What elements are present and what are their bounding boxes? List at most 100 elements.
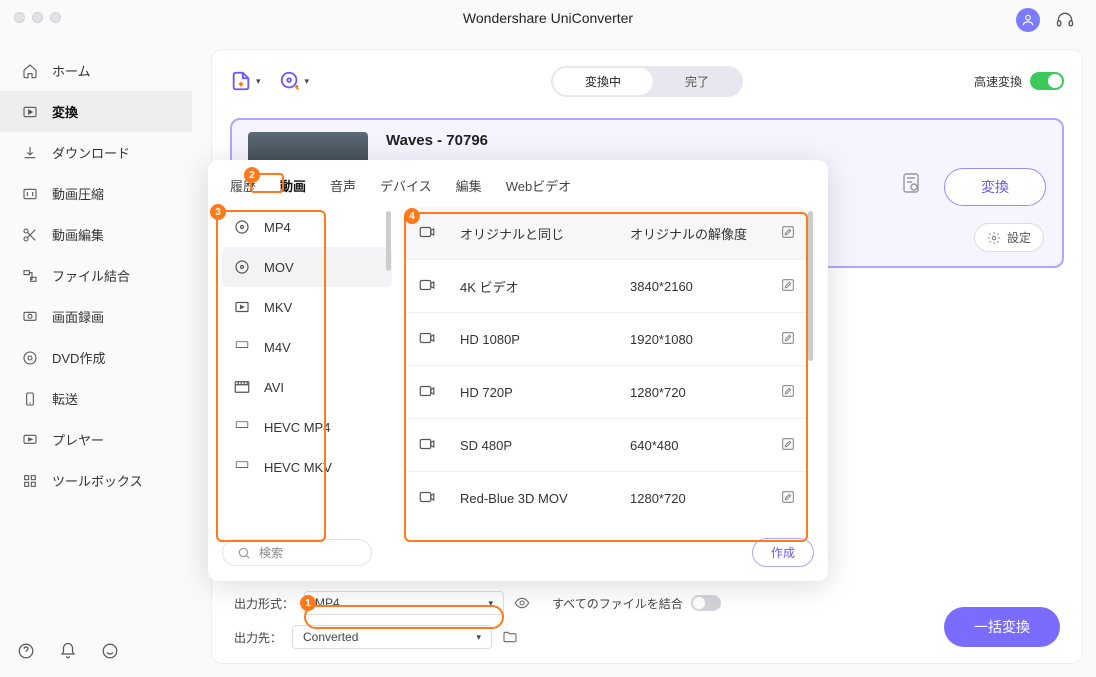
callout-1-badge: 1	[300, 595, 316, 611]
resolution-item[interactable]: 4K ビデオ 3840*2160	[406, 260, 808, 313]
output-dir-select[interactable]: Converted ▾	[292, 625, 492, 649]
sidebar-item-player[interactable]: プレヤー	[0, 419, 192, 460]
scrollbar-thumb[interactable]	[808, 211, 813, 361]
home-icon	[22, 63, 38, 79]
edit-icon[interactable]	[780, 436, 798, 454]
add-file-button[interactable]: ▾	[230, 70, 261, 92]
video-icon	[416, 488, 440, 508]
feedback-icon[interactable]	[98, 639, 122, 663]
sidebar-item-label: ツールボックス	[52, 471, 143, 490]
format-item-m4v[interactable]: M4V	[222, 327, 392, 367]
edit-icon[interactable]	[780, 489, 798, 507]
video-icon	[416, 329, 440, 349]
film-icon	[232, 299, 252, 315]
chevron-down-icon: ▾	[305, 76, 310, 87]
create-preset-button[interactable]: 作成	[752, 538, 814, 567]
sidebar-item-home[interactable]: ホーム	[0, 50, 192, 91]
format-item-hevcmkv[interactable]: HEVC MKV	[222, 447, 392, 487]
video-icon	[416, 223, 440, 243]
segment-done[interactable]: 完了	[653, 68, 741, 95]
video-icon	[416, 435, 440, 455]
video-icon	[416, 382, 440, 402]
tab-device[interactable]: デバイス	[378, 174, 434, 197]
format-item-mov[interactable]: MOV	[222, 247, 392, 287]
bulk-convert-button[interactable]: 一括変換	[944, 607, 1060, 647]
resolution-list: オリジナルと同じ オリジナルの解像度 4K ビデオ 3840*2160 HD 1…	[406, 207, 814, 524]
edit-icon[interactable]	[780, 277, 798, 295]
chevron-down-icon: ▾	[256, 76, 261, 87]
sidebar-item-toolbox[interactable]: ツールボックス	[0, 460, 192, 501]
disc-icon	[22, 350, 38, 366]
sidebar-item-label: ホーム	[52, 61, 91, 80]
edit-icon[interactable]	[780, 330, 798, 348]
convert-button[interactable]: 変換	[944, 168, 1046, 206]
sidebar-item-edit[interactable]: 動画編集	[0, 214, 192, 255]
resolution-item[interactable]: HD 1080P 1920*1080	[406, 313, 808, 366]
sidebar-item-label: 変換	[52, 102, 78, 121]
edit-icon[interactable]	[780, 383, 798, 401]
disc-icon	[232, 219, 252, 235]
file-settings-button[interactable]: 設定	[974, 223, 1044, 252]
sidebar-item-dvd[interactable]: DVD作成	[0, 337, 192, 378]
sidebar: ホーム 変換 ダウンロード 動画圧縮 動画編集 ファイル結合 画面録画 DVD作…	[0, 50, 192, 677]
merge-icon	[22, 268, 38, 284]
merge-switch[interactable]	[691, 595, 721, 611]
output-dir-label: 出力先：	[234, 629, 282, 646]
format-list: MP4 MOV MKV M4V AVI HEVC MP4 HEVC MKV	[222, 207, 392, 524]
sidebar-item-label: 画面録画	[52, 307, 104, 326]
download-icon	[22, 145, 38, 161]
record-icon	[22, 309, 38, 325]
turbo-label: 高速変換	[974, 73, 1022, 90]
scrollbar-thumb[interactable]	[386, 211, 391, 271]
merge-label: すべてのファイルを結合	[552, 595, 683, 612]
format-item-avi[interactable]: AVI	[222, 367, 392, 407]
callout-2-badge: 2	[244, 167, 260, 183]
format-item-hevcmp4[interactable]: HEVC MP4	[222, 407, 392, 447]
sidebar-item-download[interactable]: ダウンロード	[0, 132, 192, 173]
open-folder-icon[interactable]	[502, 629, 518, 645]
film-icon	[232, 379, 252, 395]
bell-icon[interactable]	[56, 639, 80, 663]
output-format-select[interactable]: MP4 ▾	[304, 591, 504, 615]
sidebar-item-merge[interactable]: ファイル結合	[0, 255, 192, 296]
grid-icon	[22, 473, 38, 489]
sidebar-item-label: ダウンロード	[52, 143, 130, 162]
resolution-item[interactable]: SD 480P 640*480	[406, 419, 808, 472]
resolution-item[interactable]: オリジナルと同じ オリジナルの解像度	[406, 207, 808, 260]
video-icon	[416, 276, 440, 296]
tab-audio[interactable]: 音声	[328, 174, 358, 197]
sidebar-item-label: DVD作成	[52, 348, 105, 367]
sidebar-item-record[interactable]: 画面録画	[0, 296, 192, 337]
resolution-item[interactable]: HD 720P 1280*720	[406, 366, 808, 419]
file-name: Waves - 70796	[386, 132, 488, 149]
preview-icon[interactable]	[514, 595, 530, 611]
user-avatar[interactable]	[1016, 8, 1040, 32]
format-item-mkv[interactable]: MKV	[222, 287, 392, 327]
hevc-icon	[232, 419, 252, 435]
file-settings-icon[interactable]	[896, 168, 926, 198]
edit-icon[interactable]	[780, 224, 798, 242]
tab-edit[interactable]: 編集	[454, 174, 484, 197]
turbo-switch[interactable]	[1030, 72, 1064, 90]
status-segment: 変換中 完了	[551, 66, 743, 97]
segment-converting[interactable]: 変換中	[553, 68, 653, 95]
resolution-item[interactable]: Red-Blue 3D MOV 1280*720	[406, 472, 808, 524]
scissors-icon	[22, 227, 38, 243]
support-icon[interactable]	[1054, 9, 1076, 31]
callout-3-badge: 3	[210, 204, 226, 220]
tab-web[interactable]: Webビデオ	[504, 174, 574, 197]
sidebar-item-transfer[interactable]: 転送	[0, 378, 192, 419]
output-format-label: 出力形式：	[234, 595, 294, 612]
add-disc-button[interactable]: ▾	[279, 70, 310, 92]
convert-icon	[22, 104, 38, 120]
format-search-input[interactable]: 検索	[222, 539, 372, 566]
sidebar-item-compress[interactable]: 動画圧縮	[0, 173, 192, 214]
app-title: Wondershare UniConverter	[0, 10, 1096, 26]
player-icon	[22, 432, 38, 448]
tab-video[interactable]: 動画	[278, 174, 308, 197]
sidebar-item-convert[interactable]: 変換	[0, 91, 192, 132]
hevc-icon	[232, 459, 252, 475]
search-icon	[237, 546, 251, 560]
format-item-mp4[interactable]: MP4	[222, 207, 392, 247]
help-icon[interactable]	[14, 639, 38, 663]
